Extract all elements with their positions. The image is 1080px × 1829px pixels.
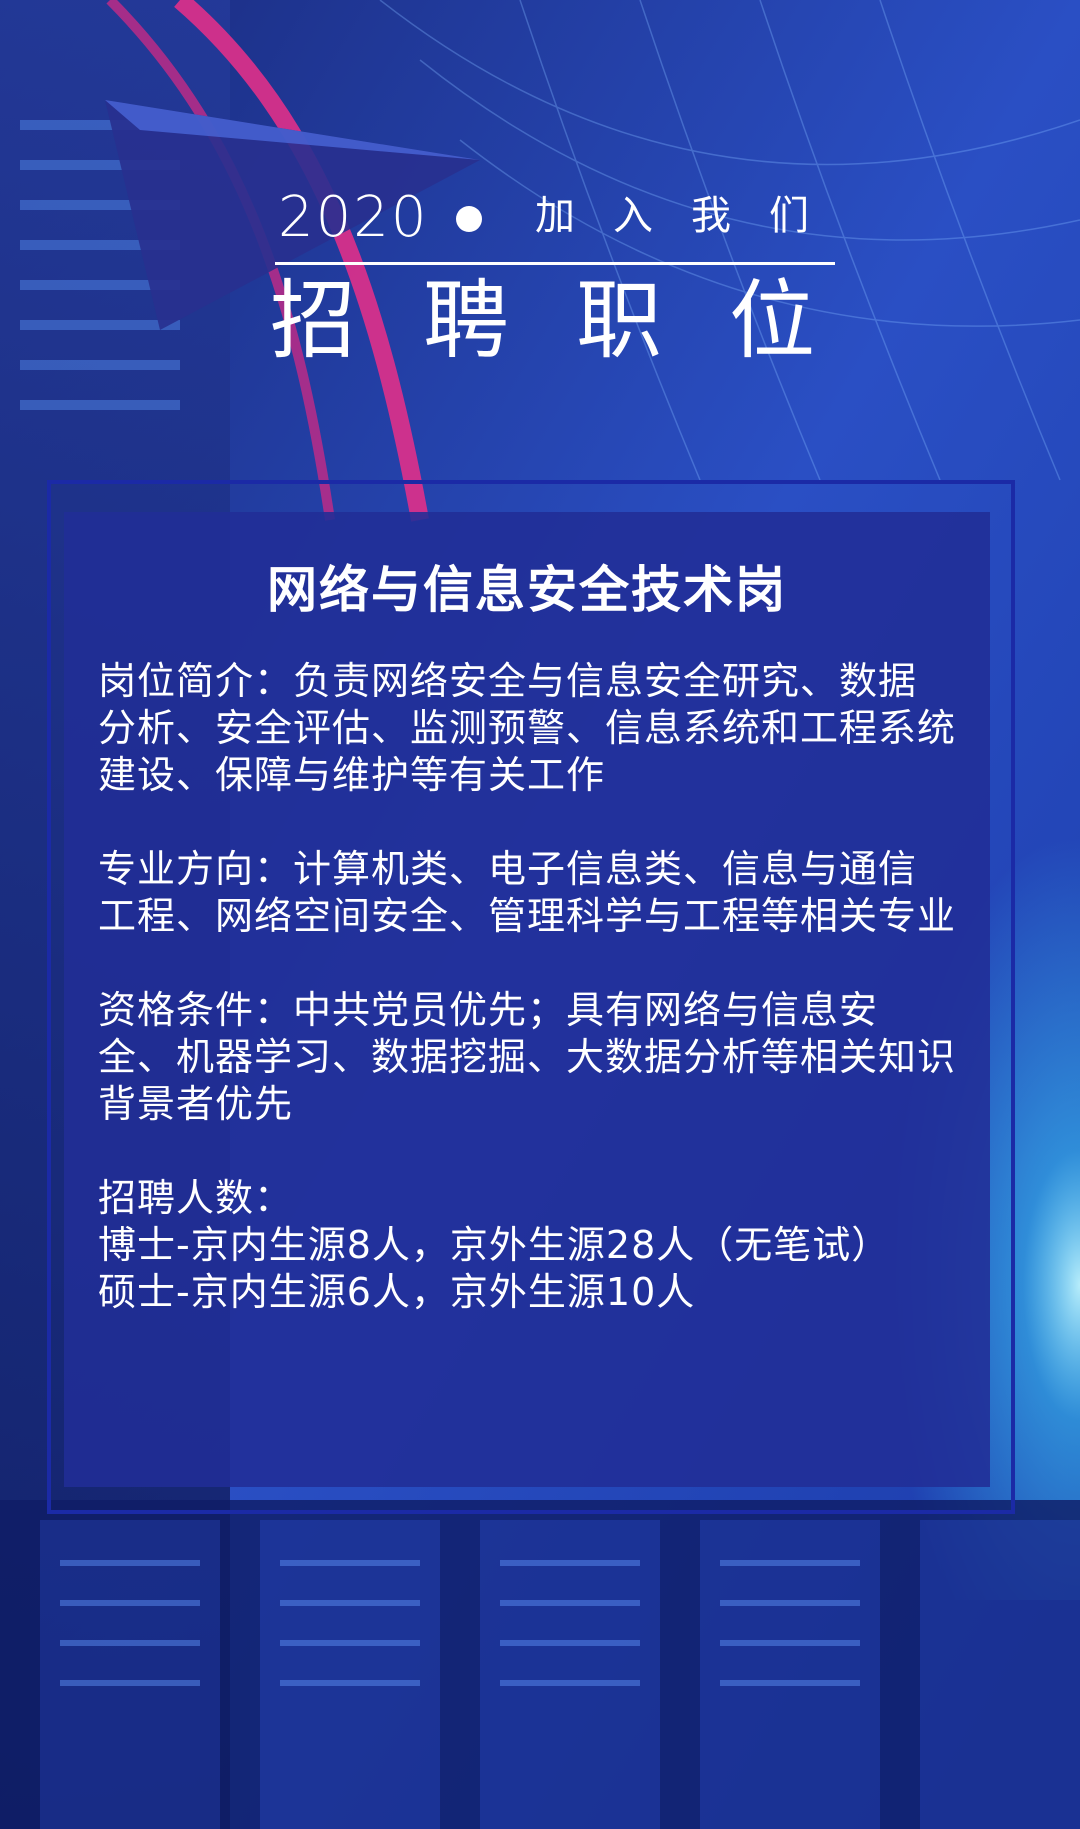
header: 2020 加入我们 招聘职位: [0, 0, 1080, 400]
qualification-label: 资格条件：: [98, 988, 294, 1032]
job-panel: 网络与信息安全技术岗 岗位简介：负责网络安全与信息安全研究、数据分析、安全评估、…: [64, 512, 990, 1487]
headcount-master: 硕士-京内生源6人，京外生源10人: [98, 1270, 696, 1314]
intro-section: 岗位简介：负责网络安全与信息安全研究、数据分析、安全评估、监测预警、信息系统和工…: [98, 658, 956, 799]
year-label: 2020: [278, 185, 429, 250]
join-us-label: 加入我们: [535, 193, 847, 239]
header-divider: [275, 262, 835, 265]
dot-icon: [456, 206, 482, 232]
headcount-section: 招聘人数： 博士-京内生源8人，京外生源28人（无笔试） 硕士-京内生源6人，京…: [98, 1175, 956, 1316]
headcount-label: 招聘人数：: [98, 1176, 294, 1220]
headcount-phd: 博士-京内生源8人，京外生源28人（无笔试）: [98, 1223, 891, 1267]
qualification-section: 资格条件：中共党员优先；具有网络与信息安全、机器学习、数据挖掘、大数据分析等相关…: [98, 987, 956, 1128]
major-section: 专业方向：计算机类、电子信息类、信息与通信工程、网络空间安全、管理科学与工程等相…: [98, 846, 956, 940]
page-title: 招聘职位: [270, 271, 882, 371]
job-title: 网络与信息安全技术岗: [267, 561, 787, 619]
major-label: 专业方向：: [98, 847, 294, 891]
intro-label: 岗位简介：: [98, 659, 294, 703]
